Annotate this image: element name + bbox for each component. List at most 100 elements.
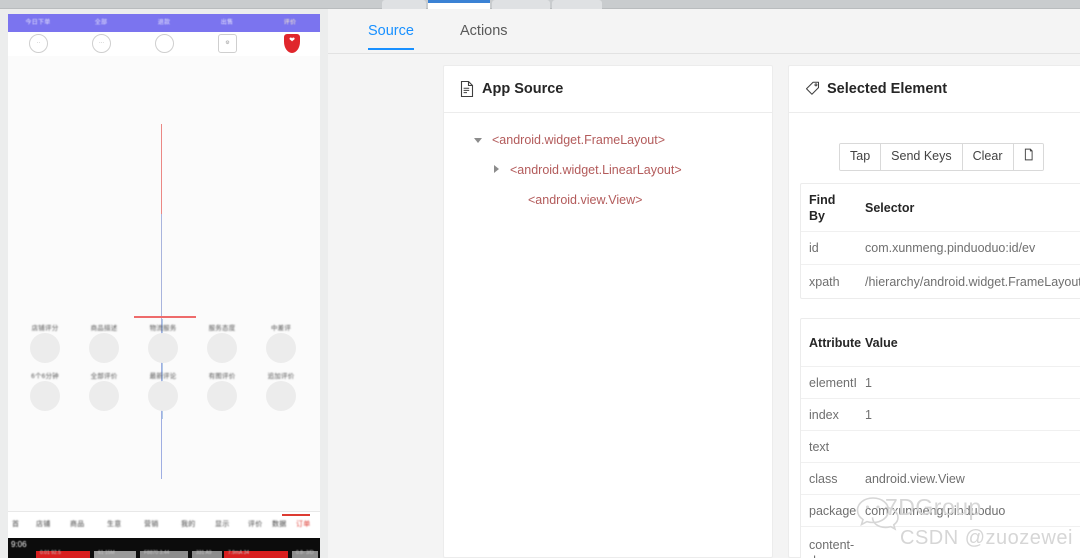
bottom-nav-item[interactable]: 显示 [215, 519, 230, 529]
bottom-nav-active-underline [282, 514, 310, 516]
grid-cell-avatar [148, 333, 178, 363]
device-screenshot-pane[interactable]: 今日下单 全部 退款 出售 评价 ·· ··· ⚙ ❤ 店铺评分 商品描述 物流服务 服务态度 中差评… [0, 9, 328, 558]
bottom-nav-item[interactable]: 商品 [70, 519, 85, 529]
device-header-tab[interactable]: 全部 [73, 17, 129, 26]
grid-cell[interactable]: 服务态度 [193, 322, 251, 363]
send-keys-button[interactable]: Send Keys [881, 144, 963, 170]
attribute-row-value: android.view.View [865, 471, 965, 486]
grid-cell[interactable]: 中差评 [252, 322, 310, 363]
bottom-nav-item[interactable]: 营销 [144, 519, 159, 529]
copy-icon [1024, 148, 1033, 161]
device-header-tab[interactable]: 退款 [136, 17, 192, 26]
device-header-tab[interactable]: 评价 [262, 17, 318, 26]
attribute-row-value [857, 438, 1080, 456]
bottom-nav-item[interactable]: 首 [12, 519, 19, 529]
browser-tab-3[interactable] [552, 0, 602, 9]
bottom-nav-item[interactable]: 店铺 [36, 519, 51, 529]
bottom-nav-item[interactable]: 评价 [248, 519, 263, 529]
tree-node[interactable]: <android.view.View> [444, 185, 772, 215]
grid-cell-label: 商品描述 [90, 325, 118, 331]
attribute-row-key: text [809, 439, 830, 454]
bottom-nav-item[interactable]: 订单 [296, 519, 311, 529]
attribute-row-key: elementId [809, 375, 857, 390]
selector-column-header: Find By [809, 192, 836, 223]
grid-active-underline [134, 316, 196, 318]
grid-cell-label: 6个6分钟 [31, 373, 59, 379]
bottom-nav-item[interactable]: 我的 [181, 519, 196, 529]
device-product-grid: 店铺评分 商品描述 物流服务 服务态度 中差评 6个6分钟 全部评价 最新评论 有图评价 追加评价 [16, 316, 312, 418]
grid-cell-avatar [89, 333, 119, 363]
browser-tab-0[interactable] [382, 0, 426, 9]
grid-cell-avatar [30, 333, 60, 363]
status-segment-label: 0.8- 3/D [296, 550, 314, 556]
device-canvas[interactable]: 今日下单 全部 退款 出售 评价 ·· ··· ⚙ ❤ 店铺评分 商品描述 物流服务 服务态度 中差评… [8, 14, 320, 558]
tree-node[interactable]: <android.widget.FrameLayout> [444, 125, 772, 155]
grid-cell[interactable]: 商品描述 [75, 322, 133, 363]
selected-element-card: Selected Element Tap Send Keys Clear Find … [788, 65, 1080, 558]
grid-cell[interactable]: 店铺评分 [16, 322, 74, 363]
grid-cell-label: 最新评论 [149, 373, 177, 379]
shield-icon[interactable]: ❤ [284, 34, 300, 53]
grid-cell-label: 全部评价 [90, 373, 118, 379]
device-header-tab[interactable]: 今日下单 [10, 17, 66, 26]
device-icon-row: ·· ··· ⚙ ❤ [8, 32, 320, 56]
tab-actions[interactable]: Actions [460, 23, 508, 50]
browser-tab-active-accent [428, 0, 490, 3]
tree-node[interactable]: <android.widget.LinearLayout> [444, 155, 772, 185]
device-bottom-nav[interactable]: 首 店铺 商品 生意 营销 我的 显示 评价 数据 订单 [8, 511, 320, 538]
grid-cell[interactable]: 物流服务 [134, 322, 192, 363]
gear-icon[interactable]: ⚙ [218, 34, 237, 53]
app-source-tree[interactable]: <android.widget.FrameLayout> <android.wid… [444, 113, 772, 215]
attribute-header-row: Attribute Value [801, 319, 1080, 367]
selector-header-row: Find By Selector [801, 184, 1080, 232]
grid-cell-avatar [89, 381, 119, 411]
status-time: 9:06 [11, 540, 27, 549]
screenshot-root: 今日下单 全部 退款 出售 评价 ·· ··· ⚙ ❤ 店铺评分 商品描述 物流服务 服务态度 中差评… [0, 0, 1080, 558]
grid-cell[interactable]: 追加评价 [252, 370, 310, 411]
tree-node-label: <android.widget.FrameLayout> [492, 133, 666, 147]
browser-chrome-strip [0, 0, 1080, 9]
grid-cell-avatar [148, 381, 178, 411]
inspector-pane: Source Actions App Source <android.widget… [328, 9, 1080, 558]
element-action-buttons[interactable]: Tap Send Keys Clear [839, 143, 1044, 171]
attribute-column-header: Value [865, 335, 898, 350]
grid-cell[interactable]: 全部评价 [75, 370, 133, 411]
attribute-row-key: index [809, 407, 839, 422]
bottom-nav-item[interactable]: 生意 [107, 519, 122, 529]
browser-tab-2[interactable] [492, 0, 550, 9]
device-body [8, 56, 320, 511]
attribute-table: AttributeValue elementId 1 index 1 text class a… [800, 318, 1080, 558]
grid-cell-label: 有图评价 [208, 373, 236, 379]
grid-cell-label: 服务态度 [208, 325, 236, 331]
circle-icon[interactable] [155, 34, 174, 53]
bottom-nav-item[interactable]: 数据 [272, 519, 287, 529]
selector-row-key: id [809, 241, 819, 255]
attribute-row-key: package [809, 503, 857, 518]
grid-cell-avatar [30, 381, 60, 411]
selected-element-header: Selected Element [789, 66, 1080, 113]
selector-column-header: Selector [865, 200, 915, 215]
grid-cell[interactable]: 有图评价 [193, 370, 251, 411]
tree-node-label: <android.widget.LinearLayout> [510, 163, 682, 177]
tab-source[interactable]: Source [368, 23, 414, 50]
status-segment-label: 61 15M [98, 550, 115, 556]
clear-button[interactable]: Clear [962, 144, 1014, 170]
attribute-row: content-desc [801, 527, 1080, 558]
device-header-tab[interactable]: 出售 [199, 17, 255, 26]
smiley-icon[interactable]: ·· [29, 34, 48, 53]
tap-button[interactable]: Tap [840, 144, 882, 170]
grid-cell-label: 物流服务 [149, 325, 177, 331]
selection-crosshair-line [161, 124, 162, 479]
chevron-down-icon[interactable] [474, 135, 484, 145]
device-header-bar: 今日下单 全部 退款 出售 评价 [8, 14, 320, 32]
selector-row: id com.xunmeng.pinduoduo:id/ev [801, 232, 1080, 265]
grid-cell[interactable]: 最新评论 [134, 370, 192, 411]
cloud-icon[interactable]: ··· [92, 34, 111, 53]
chevron-right-icon[interactable] [492, 165, 502, 175]
status-segment-label: 7.9mA 34 [228, 550, 250, 556]
grid-cell[interactable]: 6个6分钟 [16, 370, 74, 411]
copy-button[interactable] [1013, 144, 1043, 170]
attribute-row-value: 1 [865, 407, 872, 422]
inspector-tabbar: Source Actions [328, 9, 1080, 54]
